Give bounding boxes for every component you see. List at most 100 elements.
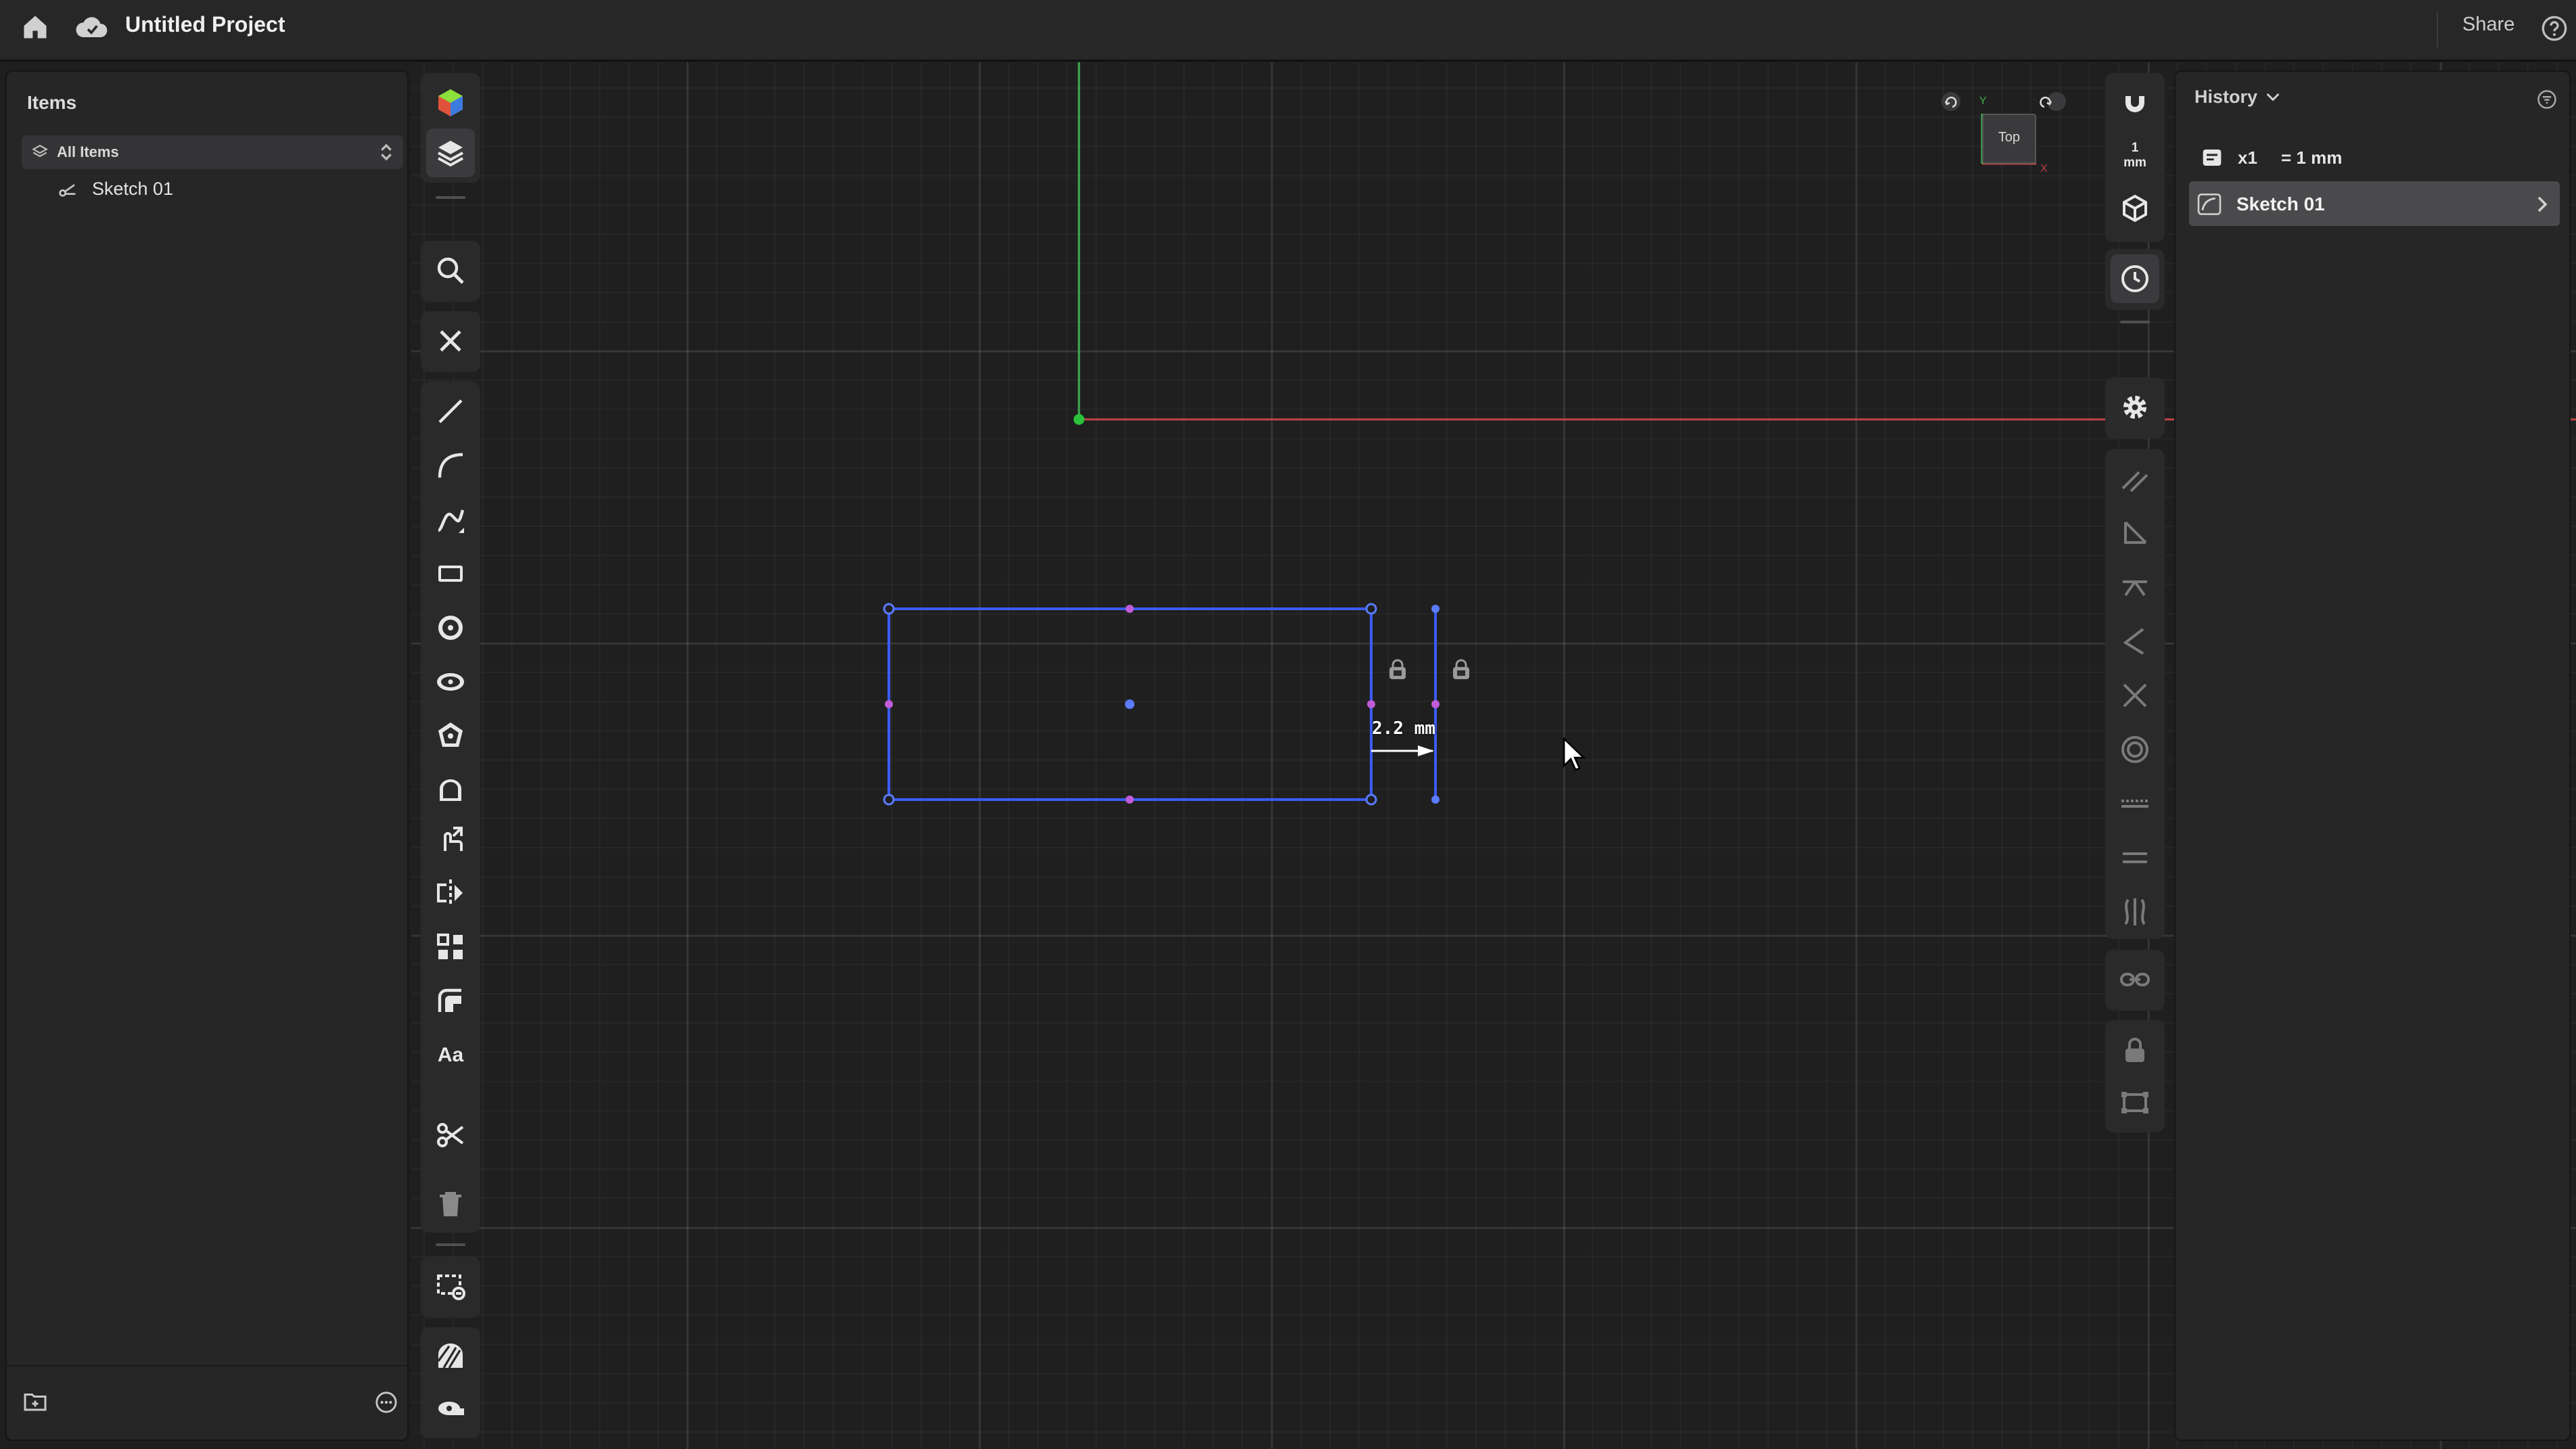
share-button[interactable]: Share: [2462, 14, 2514, 36]
top-bar: Untitled Project Share: [0, 0, 2576, 62]
bounding-box-button[interactable]: [2111, 1078, 2159, 1127]
parts-tool[interactable]: [426, 78, 475, 127]
center-point[interactable]: [1125, 699, 1134, 709]
corner-point[interactable]: [1365, 603, 1377, 615]
view-mode-tool[interactable]: [2111, 184, 2159, 233]
horizontal-constraint[interactable]: [2111, 563, 2159, 612]
polygon-tool[interactable]: [426, 712, 475, 760]
view-cube-top-face[interactable]: Top: [1982, 114, 2036, 164]
midpoint[interactable]: [1126, 605, 1134, 613]
all-items-filter[interactable]: All Items: [22, 135, 403, 169]
dimension-label[interactable]: 2.2 mm: [1372, 718, 1435, 739]
all-items-label: All Items: [57, 143, 119, 160]
offset-icon: [438, 988, 461, 1012]
perpendicular-constraint[interactable]: [2111, 509, 2159, 557]
settings-button[interactable]: [2111, 383, 2159, 432]
home-icon[interactable]: [20, 12, 50, 42]
origin-point[interactable]: [1074, 414, 1084, 425]
history-dropdown[interactable]: History: [2194, 87, 2257, 108]
settings-icon: [2123, 396, 2146, 419]
trim-tool[interactable]: [426, 1111, 475, 1159]
parameter-icon: [2203, 150, 2222, 166]
snap-toolbar: 1 mm: [2105, 73, 2165, 242]
dash-line-icon: [2121, 800, 2148, 808]
grid-scale-control[interactable]: 1 mm: [2111, 131, 2159, 180]
cloud-icon[interactable]: [74, 14, 108, 41]
corner-point[interactable]: [1365, 794, 1377, 806]
corner-point[interactable]: [883, 603, 895, 615]
trim-icon: [437, 1123, 464, 1147]
lock-button[interactable]: [2111, 1026, 2159, 1074]
close-sketch-button[interactable]: [426, 317, 475, 365]
parts-icon: [438, 89, 463, 116]
collinear-constraint[interactable]: [2111, 779, 2159, 828]
pattern-tool[interactable]: [426, 923, 475, 971]
more-options-icon[interactable]: [375, 1391, 398, 1414]
search-toolbar: [421, 241, 480, 302]
items-heading: Items: [27, 92, 77, 113]
view-cube-x-label: X: [2040, 163, 2048, 175]
history-toggle[interactable]: [2111, 254, 2159, 303]
midpoint[interactable]: [885, 700, 893, 708]
view-cube-y-label: Y: [1979, 95, 1987, 107]
link-button[interactable]: [2111, 955, 2159, 1004]
mouse-cursor-icon: [1563, 737, 1586, 771]
layers-tool[interactable]: [426, 129, 475, 177]
slot-tool[interactable]: [426, 766, 475, 814]
select-box-tool[interactable]: [426, 1262, 475, 1311]
line-tool[interactable]: [426, 387, 475, 436]
arc-icon: [438, 453, 463, 478]
view-cube[interactable]: Y X Top: [1933, 81, 2069, 183]
spline-tool[interactable]: [426, 495, 475, 544]
chevron-right-icon: [2537, 196, 2548, 212]
rotate-left-icon[interactable]: [1941, 92, 1960, 111]
chevron-down-icon[interactable]: [2266, 92, 2280, 103]
rectangle-tool[interactable]: [426, 549, 475, 598]
ellipse-icon: [437, 673, 464, 691]
symmetric-constraint[interactable]: [2111, 888, 2159, 936]
intersect-constraint[interactable]: [2111, 671, 2159, 720]
sketch-icon: [59, 184, 76, 197]
endpoint[interactable]: [1431, 605, 1440, 613]
parallel-constraint[interactable]: [2111, 455, 2159, 503]
circle-tool[interactable]: [426, 603, 475, 652]
equal-constraint[interactable]: [2111, 833, 2159, 882]
circle-icon: [438, 616, 463, 640]
midpoint[interactable]: [1431, 700, 1440, 708]
search-tool[interactable]: [426, 246, 475, 295]
midpoint[interactable]: [1126, 796, 1134, 804]
spline-icon: [437, 509, 465, 533]
midpoint[interactable]: [1367, 700, 1375, 708]
text-tool[interactable]: Aa: [426, 1031, 475, 1080]
measure-tool[interactable]: [426, 1384, 475, 1433]
arc-tool[interactable]: [426, 441, 475, 490]
lock-constraint-icon[interactable]: [1453, 659, 1469, 679]
toolbar-separator: [436, 1243, 465, 1246]
ellipse-tool[interactable]: [426, 658, 475, 706]
angle-constraint[interactable]: [2111, 617, 2159, 666]
constraints-toolbar: [2105, 449, 2165, 939]
lock-constraint-icon[interactable]: [1389, 659, 1406, 679]
delete-tool[interactable]: [426, 1180, 475, 1228]
folder-add-icon[interactable]: [23, 1391, 47, 1412]
offset-tool[interactable]: [426, 977, 475, 1026]
hatch-tool[interactable]: [426, 1333, 475, 1381]
lock-icon: [2125, 1038, 2144, 1062]
mirror-tool[interactable]: [426, 869, 475, 917]
project-title[interactable]: Untitled Project: [125, 12, 285, 37]
symmetric-icon: [2124, 898, 2146, 925]
magnet-icon: [2125, 92, 2144, 112]
concentric-constraint[interactable]: [2111, 725, 2159, 774]
filter-icon[interactable]: [2537, 89, 2557, 110]
endpoint[interactable]: [1431, 796, 1440, 804]
history-item-sketch[interactable]: Sketch 01: [2189, 181, 2560, 226]
transform-tool[interactable]: [426, 814, 475, 863]
toolbar-separator: [2120, 321, 2150, 323]
corner-point[interactable]: [883, 794, 895, 806]
measure-icon: [438, 1402, 464, 1415]
help-icon[interactable]: [2541, 15, 2568, 42]
utility-toolbar: [421, 1327, 480, 1438]
snap-toggle[interactable]: [2111, 78, 2159, 127]
history-icon: [2121, 265, 2148, 292]
parameter-value: = 1 mm: [2281, 147, 2343, 168]
